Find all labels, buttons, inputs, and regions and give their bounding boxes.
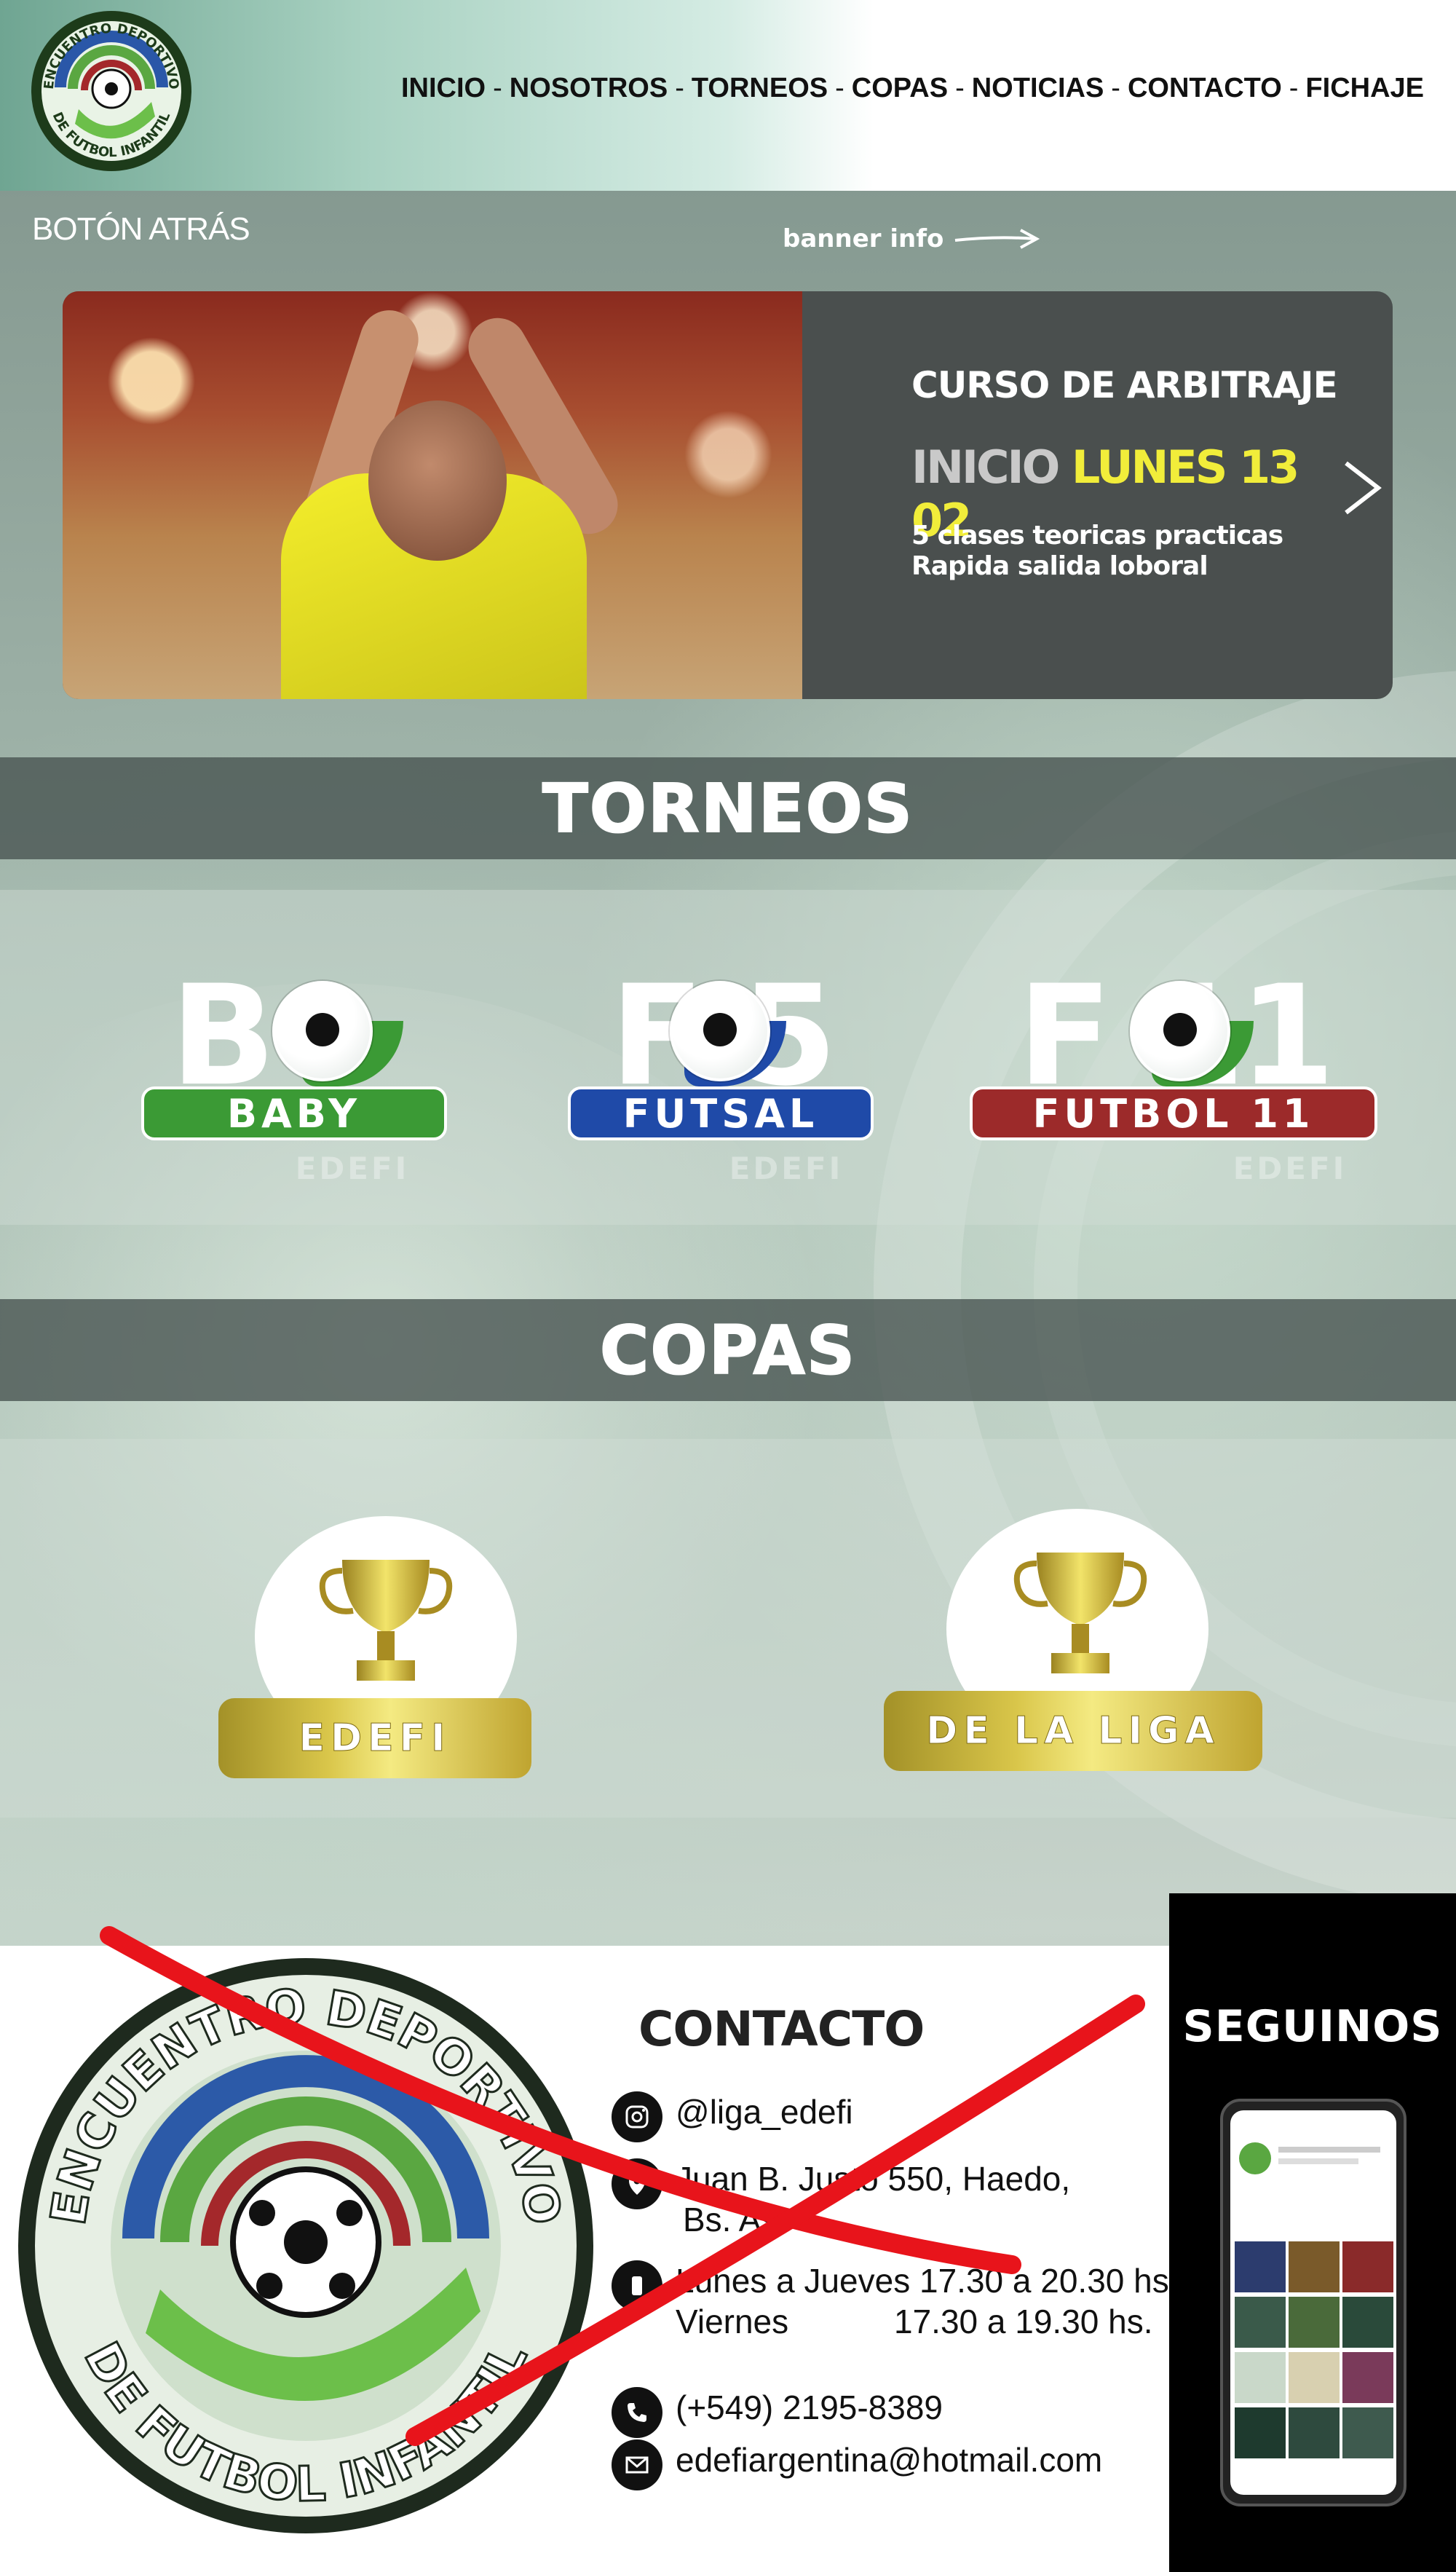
nav-separator: - bbox=[1111, 73, 1120, 103]
post-thumbnail bbox=[1342, 2352, 1393, 2403]
phone-preview[interactable] bbox=[1220, 2099, 1406, 2506]
post-thumbnail bbox=[1289, 2407, 1340, 2458]
banner-title: CURSO DE ARBITRAJE bbox=[911, 364, 1338, 406]
cup-label: EDEFI bbox=[218, 1698, 531, 1778]
nav-separator: - bbox=[1289, 73, 1299, 103]
torneos-panel: B BABY EDEFI F 5 FUTSAL EDEFI F 11 FUTBO… bbox=[0, 890, 1456, 1225]
back-button[interactable]: BOTÓN ATRÁS bbox=[32, 211, 250, 248]
arrow-right-icon bbox=[955, 229, 1040, 249]
nav-separator: - bbox=[955, 73, 965, 103]
torneos-heading-bar: TORNEOS bbox=[0, 757, 1456, 859]
hours-line: Viernes 17.30 a 19.30 hs. bbox=[676, 2301, 1179, 2342]
clock-icon bbox=[612, 2260, 662, 2311]
nav-contacto[interactable]: CONTACTO bbox=[1128, 73, 1282, 104]
post-thumbnail bbox=[1289, 2241, 1340, 2292]
follow-title: SEGUINOS bbox=[1182, 2001, 1443, 2052]
post-thumbnail bbox=[1235, 2241, 1286, 2292]
hours-time: 17.30 a 19.30 hs. bbox=[894, 2303, 1153, 2340]
banner-info-link[interactable]: banner info bbox=[783, 224, 1041, 253]
page: ENCUENTRO DEPORTIVO DE FUTBOL INFANTIL I… bbox=[0, 0, 1456, 2572]
chevron-right-icon[interactable] bbox=[1337, 451, 1388, 524]
profile-avatar bbox=[1239, 2142, 1271, 2174]
cup-label: DE LA LIGA bbox=[884, 1691, 1262, 1771]
hours-text: Lunes a Jueves 17.30 a 20.30 hs. Viernes… bbox=[676, 2260, 1179, 2342]
banner-description: 5 clases teoricas practicas Rapida salid… bbox=[911, 521, 1283, 582]
trophy-icon bbox=[1013, 1553, 1147, 1673]
copas-panel: EDEFI DE LA LIGA bbox=[0, 1439, 1456, 1818]
nav-inicio[interactable]: INICIO bbox=[401, 73, 486, 104]
tournament-label: BABY bbox=[141, 1086, 447, 1140]
site-header: ENCUENTRO DEPORTIVO DE FUTBOL INFANTIL I… bbox=[0, 0, 1456, 191]
nav-torneos[interactable]: TORNEOS bbox=[692, 73, 828, 104]
post-thumbnail bbox=[1235, 2407, 1286, 2458]
phone-icon bbox=[612, 2387, 662, 2438]
nav-nosotros[interactable]: NOSOTROS bbox=[510, 73, 668, 104]
nav-separator: - bbox=[493, 73, 502, 103]
banner-info-label: banner info bbox=[783, 224, 944, 253]
hours-line: Lunes a Jueves 17.30 a 20.30 hs. bbox=[676, 2262, 1179, 2300]
soccer-ball-icon bbox=[1130, 981, 1230, 1081]
post-thumbnail bbox=[1235, 2297, 1286, 2348]
nav-noticias[interactable]: NOTICIAS bbox=[972, 73, 1104, 104]
follow-panel: SEGUINOS bbox=[1169, 1893, 1456, 2572]
contact-email[interactable]: edefiargentina@hotmail.com bbox=[612, 2439, 1102, 2490]
soccer-ball-icon bbox=[670, 981, 770, 1081]
contact-title: CONTACTO bbox=[638, 2001, 925, 2057]
tournament-baby[interactable]: B BABY EDEFI bbox=[141, 934, 447, 1186]
cup-de-la-liga[interactable]: DE LA LIGA bbox=[884, 1509, 1262, 1771]
post-thumbnail bbox=[1342, 2407, 1393, 2458]
tournament-watermark: EDEFI bbox=[1233, 1151, 1348, 1186]
profile-line bbox=[1278, 2158, 1358, 2164]
post-thumbnail bbox=[1289, 2352, 1340, 2403]
hours-day: Viernes bbox=[676, 2303, 789, 2340]
copas-title: COPAS bbox=[599, 1311, 857, 1390]
copas-heading-bar: COPAS bbox=[0, 1299, 1456, 1401]
site-logo[interactable]: ENCUENTRO DEPORTIVO DE FUTBOL INFANTIL bbox=[28, 7, 195, 175]
tournament-watermark: EDEFI bbox=[729, 1151, 844, 1186]
location-pin-icon bbox=[612, 2158, 662, 2209]
torneos-title: TORNEOS bbox=[542, 769, 914, 848]
banner-text-area: CURSO DE ARBITRAJE INICIO LUNES 13 02 5 … bbox=[847, 291, 1357, 699]
tournament-label: FUTSAL bbox=[568, 1086, 874, 1140]
soccer-ball-icon bbox=[272, 981, 373, 1081]
post-thumbnail bbox=[1342, 2241, 1393, 2292]
footer-logo: ENCUENTRO DEPORTIVO DE FUTBOL INFANTIL bbox=[18, 1958, 593, 2533]
contact-hours: Lunes a Jueves 17.30 a 20.30 hs. Viernes… bbox=[612, 2260, 1179, 2342]
nav-separator: - bbox=[675, 73, 684, 103]
email-address: edefiargentina@hotmail.com bbox=[676, 2441, 1103, 2479]
contact-phone[interactable]: (+549) 2195-8389 bbox=[612, 2387, 943, 2438]
tournament-futsal[interactable]: F 5 FUTSAL EDEFI bbox=[568, 934, 874, 1186]
tournament-label: FUTBOL 11 bbox=[970, 1086, 1377, 1140]
post-thumbnail bbox=[1235, 2352, 1286, 2403]
phone-number: (+549) 2195-8389 bbox=[676, 2388, 943, 2426]
instagram-handle: @liga_edefi bbox=[676, 2093, 853, 2131]
promo-banner[interactable]: CURSO DE ARBITRAJE INICIO LUNES 13 02 5 … bbox=[63, 291, 1393, 699]
nav-separator: - bbox=[835, 73, 844, 103]
cup-edefi[interactable]: EDEFI bbox=[218, 1516, 531, 1778]
address-line: Bs. As. bbox=[683, 2201, 788, 2238]
envelope-icon bbox=[612, 2439, 662, 2490]
contact-address: Juan B. Justo 550, Haedo, Bs. As. bbox=[612, 2158, 1070, 2240]
referee-head bbox=[368, 401, 507, 561]
instagram-screenshot bbox=[1230, 2110, 1396, 2495]
contact-instagram[interactable]: @liga_edefi bbox=[612, 2091, 853, 2142]
banner-desc-line: Rapida salida loboral bbox=[911, 551, 1208, 581]
trophy-icon bbox=[319, 1560, 453, 1681]
banner-desc-line: 5 clases teoricas practicas bbox=[911, 521, 1283, 551]
banner-start-label: INICIO bbox=[911, 441, 1060, 494]
address-text: Juan B. Justo 550, Haedo, Bs. As. bbox=[676, 2158, 1070, 2240]
nav-copas[interactable]: COPAS bbox=[852, 73, 948, 104]
tournament-watermark: EDEFI bbox=[295, 1151, 410, 1186]
main-nav: INICIO - NOSOTROS - TORNEOS - COPAS - NO… bbox=[401, 73, 1424, 104]
post-thumbnail bbox=[1342, 2297, 1393, 2348]
profile-line bbox=[1278, 2147, 1380, 2153]
referee-photo bbox=[63, 291, 802, 699]
instagram-icon bbox=[612, 2091, 662, 2142]
tournament-futbol11[interactable]: F 11 FUTBOL 11 EDEFI bbox=[970, 934, 1377, 1186]
address-line: Juan B. Justo 550, Haedo, bbox=[676, 2160, 1071, 2198]
nav-fichaje[interactable]: FICHAJE bbox=[1305, 73, 1424, 104]
post-thumbnail bbox=[1289, 2297, 1340, 2348]
